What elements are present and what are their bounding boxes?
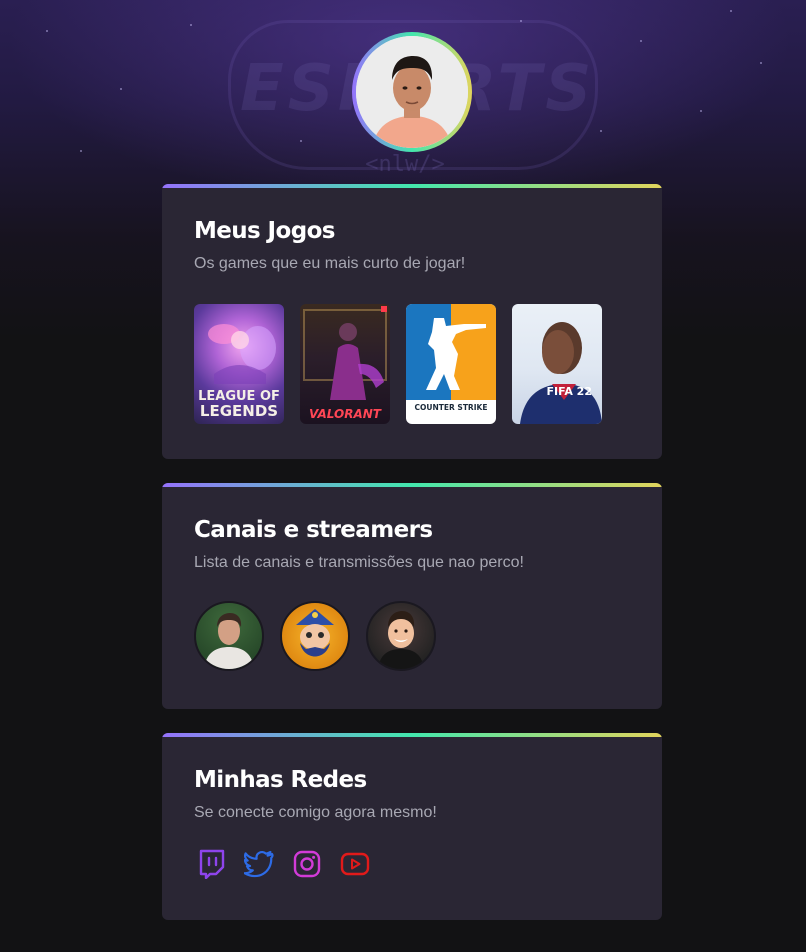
streamer-avatar-2[interactable] — [280, 601, 350, 671]
streamer-avatar-1[interactable] — [194, 601, 264, 671]
game-league-of-legends[interactable]: LEAGUE OF LEGENDS — [194, 304, 284, 424]
counter-strike-title: COUNTER STRIKE — [414, 403, 488, 412]
streamers-card-subtitle: Lista de canais e transmissões que nao p… — [194, 554, 524, 571]
game-counter-strike[interactable]: COUNTER STRIKE — [406, 304, 496, 424]
avatar-photo — [356, 36, 468, 148]
games-card-subtitle: Os games que eu mais curto de jogar! — [194, 255, 466, 272]
lol-title-line2: LEGENDS — [199, 402, 279, 420]
twitter-icon — [244, 850, 274, 878]
youtube-link[interactable] — [340, 849, 370, 879]
streamer-photo-2 — [296, 609, 334, 657]
streamers-card: Canais e streamers Lista de canais e tra… — [162, 483, 662, 709]
valorant-title: VALORANT — [309, 407, 381, 421]
nlw-watermark-text: <nlw/> — [365, 152, 445, 177]
game-valorant[interactable]: VALORANT — [300, 304, 390, 424]
fifa-artwork — [520, 322, 602, 424]
socials-card-subtitle: Se conecte comigo agora mesmo! — [194, 804, 437, 821]
games-card-title: Meus Jogos — [194, 218, 335, 244]
streamer-photo-3 — [378, 611, 424, 669]
twitter-link[interactable] — [244, 849, 274, 879]
socials-list — [194, 849, 630, 879]
streamer-avatar-3[interactable] — [366, 601, 436, 671]
twitch-icon — [199, 849, 225, 879]
twitch-link[interactable] — [196, 849, 226, 879]
streamer-photo-1 — [204, 613, 254, 669]
valorant-artwork — [303, 306, 387, 400]
games-list: LEAGUE OF LEGENDS VALORANT COUNTER STRIK… — [194, 304, 630, 424]
streamers-list — [194, 601, 630, 671]
socials-card-title: Minhas Redes — [194, 767, 367, 793]
avatar — [356, 36, 468, 148]
socials-card: Minhas Redes Se conecte comigo agora mes… — [162, 733, 662, 920]
youtube-icon — [340, 852, 370, 876]
streamers-card-title: Canais e streamers — [194, 517, 433, 543]
game-fifa-22[interactable]: FIFA 22 — [512, 304, 602, 424]
instagram-link[interactable] — [292, 849, 322, 879]
profile-avatar — [352, 32, 472, 152]
instagram-icon — [293, 850, 321, 878]
games-card: Meus Jogos Os games que eu mais curto de… — [162, 184, 662, 459]
fifa-title: FIFA 22 — [546, 385, 592, 398]
